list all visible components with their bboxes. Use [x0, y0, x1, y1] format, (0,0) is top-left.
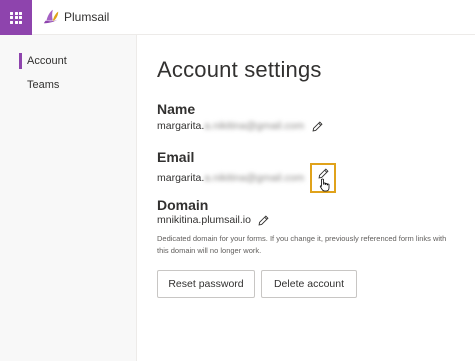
domain-value-text: mnikitina.plumsail.io	[157, 214, 251, 226]
name-label: Name	[157, 101, 196, 117]
hand-pointer-icon	[320, 178, 330, 192]
plumsail-logo-icon	[43, 9, 59, 24]
sidebar: Account Teams	[0, 35, 137, 361]
reset-password-button[interactable]: Reset password	[157, 270, 255, 298]
top-bar: Plumsail	[0, 0, 475, 35]
edit-domain-button[interactable]	[257, 213, 271, 227]
pencil-icon	[312, 120, 323, 131]
sidebar-item-label: Teams	[27, 79, 60, 91]
email-value: margarita. a.nikitina@gmail.com	[157, 163, 337, 193]
delete-account-button[interactable]: Delete account	[261, 270, 357, 298]
name-value-prefix: margarita.	[157, 120, 205, 132]
sidebar-item-account[interactable]: Account	[0, 51, 137, 71]
domain-label: Domain	[157, 197, 209, 213]
edit-email-button[interactable]	[310, 163, 337, 193]
name-value-redacted: a.nikitina@gmail.com	[204, 120, 305, 132]
domain-hint-text: Dedicated domain for your forms. If you …	[157, 234, 447, 255]
page-title: Account settings	[157, 57, 322, 82]
edit-name-button[interactable]	[310, 119, 324, 133]
sidebar-item-teams[interactable]: Teams	[0, 75, 137, 95]
brand-name: Plumsail	[64, 10, 110, 24]
name-value: margarita. a.nikitina@gmail.com	[157, 119, 324, 133]
sidebar-item-label: Account	[27, 55, 67, 67]
main-content: Account settings Name margarita. a.nikiti…	[137, 35, 475, 361]
email-value-prefix: margarita.	[157, 172, 205, 184]
email-value-redacted: a.nikitina@gmail.com	[204, 172, 305, 184]
domain-value: mnikitina.plumsail.io	[157, 213, 271, 227]
waffle-icon	[10, 11, 22, 24]
app-launcher-button[interactable]	[0, 0, 32, 35]
pencil-icon	[258, 214, 270, 225]
